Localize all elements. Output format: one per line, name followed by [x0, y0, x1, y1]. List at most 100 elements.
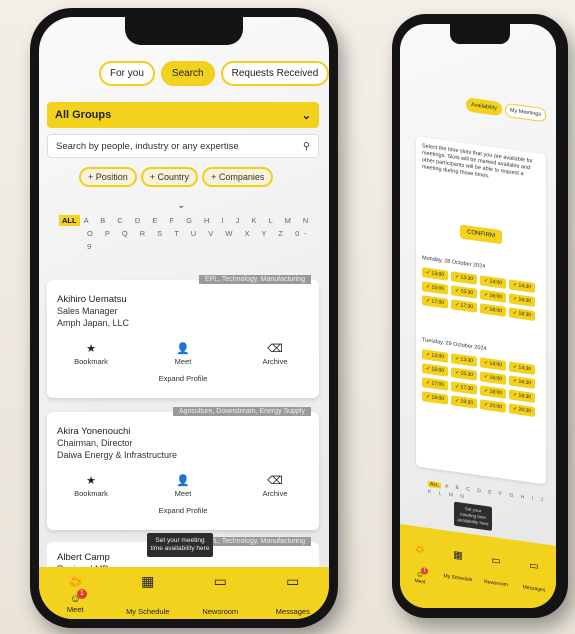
archive-button[interactable]: ⌫ Archive — [245, 342, 305, 366]
calendar-icon: ▦ — [141, 573, 155, 589]
time-slot[interactable]: ✓ 15:00 — [422, 281, 448, 295]
alphabet-row-1[interactable]: A B C D E F G H I J K L M N — [84, 216, 314, 225]
meet-button[interactable]: 👤 Meet — [153, 342, 213, 366]
time-slot[interactable]: ✓ 14:00 — [480, 357, 506, 371]
chevron-down-icon: ⌄ — [301, 109, 311, 122]
time-slot[interactable]: ✓ 15:30 — [451, 367, 477, 381]
search-icon: ⚲ — [303, 140, 310, 152]
time-slot[interactable]: ✓ 19:00 — [422, 391, 448, 405]
time-slot[interactable]: ✓ 18:00 — [480, 385, 506, 399]
nav-newsroom[interactable]: ▭ Newsroom — [185, 573, 255, 616]
time-slot[interactable]: ✓ 16:30 — [509, 375, 535, 389]
notification-badge: 1 — [421, 566, 429, 575]
person-title: Chairman, Director — [57, 438, 133, 448]
time-slot[interactable]: ✓ 16:30 — [509, 293, 535, 307]
chat-icon: ▭ — [213, 573, 227, 589]
nav-messages[interactable]: ▭ Messages — [258, 573, 328, 616]
filter-companies[interactable]: + Companies — [202, 167, 274, 187]
alphabet-row[interactable]: A B C D E F G H I J K L M N — [428, 483, 546, 503]
bottom-nav: 🤝 ☺ 1 Meet ▦ My Schedule ▭ Newsroom ▭ Me… — [39, 567, 329, 619]
groups-select[interactable]: All Groups ⌄ — [47, 102, 319, 128]
time-slot[interactable]: ✓ 20:30 — [509, 403, 535, 417]
search-placeholder: Search by people, industry or any expert… — [56, 140, 239, 152]
top-tabs: For you Search Requests Received — [99, 61, 329, 86]
notification-icon: ☺ 1 — [416, 566, 429, 579]
time-slot[interactable]: ✓ 15:00 — [422, 363, 448, 377]
nav-meet[interactable]: 🤝 ☺ 1 Meet — [402, 542, 438, 587]
archive-icon: ⌫ — [267, 475, 283, 487]
filter-chips: + Position + Country + Companies — [79, 167, 274, 187]
time-slot[interactable]: ✓ 16:00 — [480, 371, 506, 385]
confirm-button[interactable]: CONFIRM — [460, 224, 502, 245]
time-slot[interactable]: ✓ 19:30 — [451, 395, 477, 409]
chevron-down-icon[interactable]: ⌄ — [177, 200, 185, 211]
time-slot[interactable]: ✓ 15:30 — [451, 285, 477, 299]
alphabet-all[interactable]: ALL — [59, 215, 80, 226]
expand-profile-link[interactable]: Expand Profile — [47, 506, 319, 515]
person-name: Akihiro Uematsu — [57, 294, 127, 305]
bookmark-button[interactable]: ★ Bookmark — [61, 474, 121, 498]
bookmark-button[interactable]: ★ Bookmark — [61, 342, 121, 366]
tilted-content: Availability My Meetings Select the time… — [400, 24, 556, 608]
time-slot[interactable]: ✓ 14:30 — [509, 279, 535, 293]
nav-messages[interactable]: ▭ Messages — [516, 558, 552, 594]
person-card[interactable]: Agriculture, Downstream, Energy Supply A… — [47, 407, 319, 530]
time-slot[interactable]: ✓ 17:30 — [451, 381, 477, 395]
star-icon: ★ — [86, 343, 96, 355]
time-slot[interactable]: ✓ 18:30 — [509, 307, 535, 321]
industry-tag: EPL, Technology, Manufacturing — [198, 275, 311, 284]
time-slot[interactable]: ✓ 14:00 — [480, 275, 506, 289]
nav-my-schedule-label: My Schedule — [443, 573, 473, 584]
person-company: Amph Japan, LLC — [57, 318, 130, 328]
time-slots-day-1: ✓ 13:00 ✓ 13:30 ✓ 14:00 ✓ 14:30 ✓ 15:00 ✓ 15:… — [422, 267, 535, 321]
time-slot[interactable]: ✓ 13:00 — [422, 267, 448, 281]
time-slot[interactable]: ✓ 17:30 — [451, 299, 477, 313]
phone-notch — [125, 17, 243, 45]
time-slot[interactable]: ✓ 16:00 — [480, 289, 506, 303]
nav-my-schedule-label: My Schedule — [126, 607, 170, 616]
search-input[interactable]: Search by people, industry or any expert… — [47, 134, 319, 158]
handshake-icon: 🤝 — [413, 543, 427, 557]
person-name: Albert Camp — [57, 552, 110, 563]
tab-search[interactable]: Search — [160, 61, 215, 86]
time-slot[interactable]: ✓ 17:00 — [422, 377, 448, 391]
tab-my-meetings[interactable]: My Meetings — [504, 102, 547, 123]
time-slot[interactable]: ✓ 18:30 — [509, 389, 535, 403]
availability-card: Select the time slots that you are avail… — [416, 136, 546, 485]
tab-requests-received[interactable]: Requests Received — [220, 61, 329, 86]
expand-profile-link[interactable]: Expand Profile — [47, 374, 319, 383]
bookmark-label: Bookmark — [74, 489, 108, 498]
meet-label: Meet — [174, 489, 192, 498]
time-slot[interactable]: ✓ 13:30 — [451, 353, 477, 367]
time-slot[interactable]: ✓ 20:00 — [480, 399, 506, 413]
filter-position[interactable]: + Position — [79, 167, 137, 187]
nav-newsroom[interactable]: ▭ Newsroom — [478, 553, 514, 589]
availability-tooltip: Set your meeting time availability here — [454, 501, 492, 531]
nav-my-schedule[interactable]: ▦ My Schedule — [440, 548, 476, 584]
time-slot[interactable]: ✓ 14:30 — [509, 361, 535, 375]
archive-label: Archive — [262, 357, 288, 366]
bookmark-label: Bookmark — [74, 357, 108, 366]
alphabet-index[interactable]: ALL A B C D E F G H I J K L M N O P Q R S… — [59, 214, 319, 253]
availability-tabs: Availability My Meetings — [466, 97, 547, 123]
nav-meet-label: Meet — [66, 605, 84, 614]
phone-right-screen: Availability My Meetings Select the time… — [400, 24, 556, 608]
availability-tooltip: Set your meeting time availability here — [147, 533, 213, 557]
meet-button[interactable]: 👤 Meet — [153, 474, 213, 498]
alphabet-all[interactable]: ALL — [428, 480, 441, 489]
archive-button[interactable]: ⌫ Archive — [245, 474, 305, 498]
time-slot[interactable]: ✓ 17:00 — [422, 295, 448, 309]
tab-availability[interactable]: Availability — [466, 97, 502, 117]
person-title: Sales Manager — [57, 306, 118, 316]
alphabet-row-2[interactable]: O P Q R S T U V W X Y Z 0-9 — [59, 227, 319, 253]
nav-my-schedule[interactable]: ▦ My Schedule — [113, 573, 183, 616]
filter-country[interactable]: + Country — [140, 167, 199, 187]
chat-icon: ▭ — [491, 554, 501, 568]
time-slot[interactable]: ✓ 13:00 — [422, 349, 448, 363]
tab-for-you[interactable]: For you — [99, 61, 155, 86]
time-slot[interactable]: ✓ 13:30 — [451, 271, 477, 285]
nav-meet[interactable]: 🤝 ☺ 1 Meet — [40, 573, 110, 614]
person-card[interactable]: EPL, Technology, Manufacturing Akihiro U… — [47, 275, 319, 398]
availability-intro: Select the time slots that you are avail… — [422, 143, 533, 180]
time-slot[interactable]: ✓ 18:00 — [480, 303, 506, 317]
